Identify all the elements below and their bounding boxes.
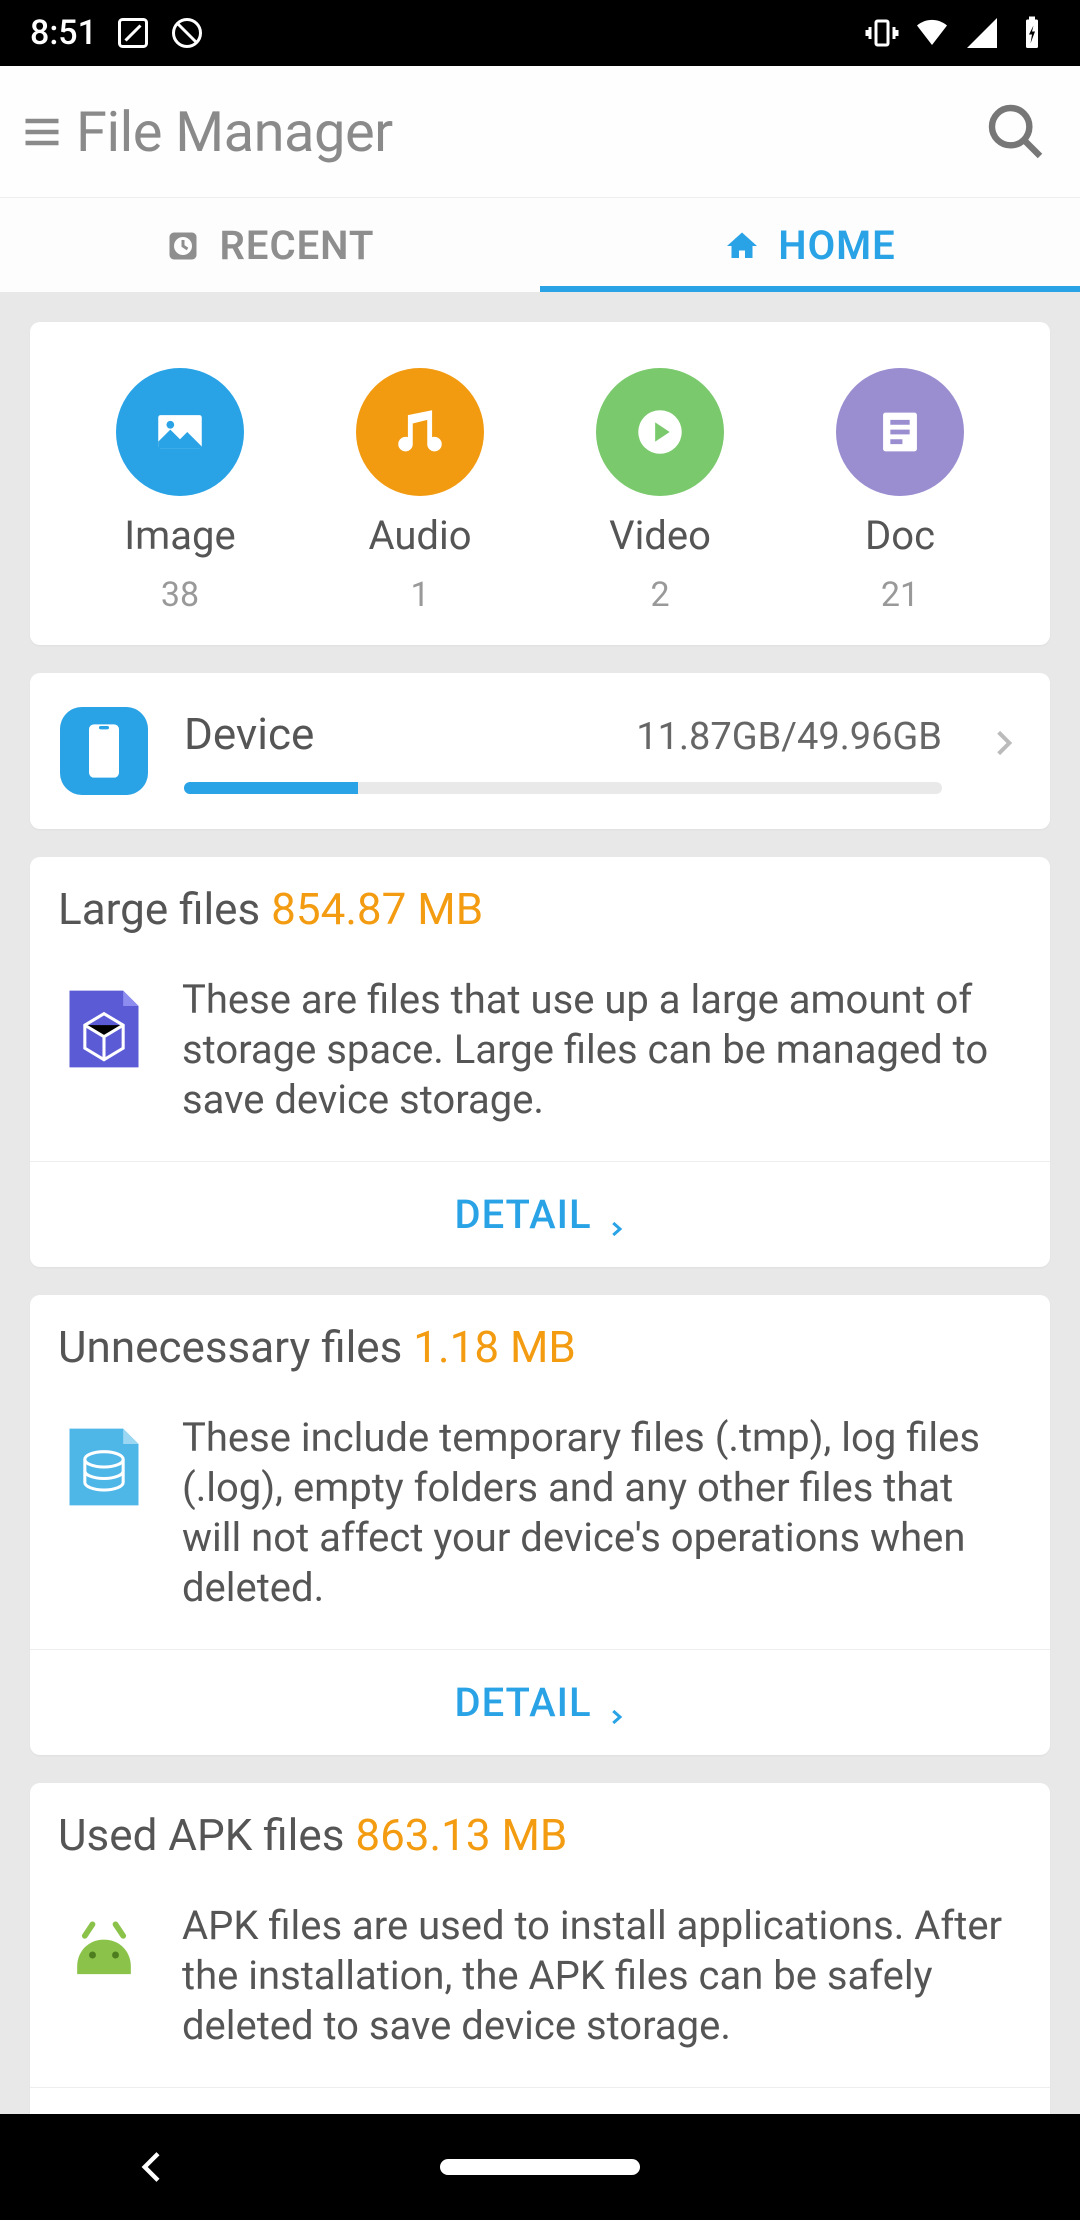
info-size: 854.87 MB	[271, 883, 483, 935]
info-size: 863.13 MB	[355, 1809, 567, 1861]
detail-button[interactable]: DETAIL	[30, 2087, 1050, 2114]
large-files-card: Large files 854.87 MB These are files th…	[30, 857, 1050, 1267]
content-area: Image 38 Audio 1 Video 2	[0, 292, 1080, 2114]
info-description: These include temporary files (.tmp), lo…	[182, 1413, 1022, 1613]
status-time: 8:51	[30, 13, 97, 53]
device-icon	[60, 707, 148, 795]
unnecessary-files-card: Unnecessary files 1.18 MB These include …	[30, 1295, 1050, 1755]
clock-icon	[165, 227, 201, 263]
category-audio[interactable]: Audio 1	[300, 368, 540, 615]
detail-button[interactable]: DETAIL	[30, 1161, 1050, 1267]
audio-icon	[356, 368, 484, 496]
nav-bar	[0, 2114, 1080, 2220]
database-file-icon	[58, 1421, 150, 1513]
app-header: File Manager	[0, 66, 1080, 198]
battery-charging-icon	[1014, 15, 1050, 51]
tab-home[interactable]: HOME	[540, 198, 1080, 292]
used-apk-files-card: Used APK files 863.13 MB APK files are u…	[30, 1783, 1050, 2114]
category-video[interactable]: Video 2	[540, 368, 780, 615]
category-label: Video	[609, 512, 711, 559]
android-icon	[58, 1909, 150, 2001]
storage-card[interactable]: Device 11.87GB/49.96GB	[30, 673, 1050, 829]
category-count: 2	[650, 575, 669, 615]
category-label: Doc	[865, 512, 935, 559]
wifi-icon	[914, 15, 950, 51]
doc-icon	[836, 368, 964, 496]
category-image[interactable]: Image 38	[60, 368, 300, 615]
video-icon	[596, 368, 724, 496]
nav-placeholder	[907, 2147, 947, 2187]
detail-label: DETAIL	[454, 1679, 591, 1726]
info-description: These are files that use up a large amou…	[182, 975, 1022, 1125]
search-icon[interactable]	[984, 100, 1048, 164]
vibrate-icon	[864, 15, 900, 51]
detail-label: DETAIL	[454, 1191, 591, 1238]
category-doc[interactable]: Doc 21	[780, 368, 1020, 615]
info-title: Used APK files	[58, 1809, 344, 1861]
image-icon	[116, 368, 244, 496]
category-label: Audio	[368, 512, 471, 559]
hamburger-icon[interactable]	[20, 110, 64, 154]
status-bar: 8:51	[0, 0, 1080, 66]
nav-home-pill[interactable]	[440, 2159, 640, 2175]
category-count: 38	[161, 575, 199, 615]
cube-file-icon	[58, 983, 150, 1075]
cell-signal-icon	[964, 15, 1000, 51]
chevron-right-icon	[988, 727, 1020, 775]
dnd-icon	[169, 15, 205, 51]
nav-back-button[interactable]	[133, 2147, 173, 2187]
detail-button[interactable]: DETAIL	[30, 1649, 1050, 1755]
category-count: 1	[410, 575, 429, 615]
categories-card: Image 38 Audio 1 Video 2	[30, 322, 1050, 645]
storage-progress	[184, 782, 942, 794]
home-icon	[724, 227, 760, 263]
info-size: 1.18 MB	[413, 1321, 576, 1373]
info-title: Large files	[58, 883, 260, 935]
tab-bar: RECENT HOME	[0, 198, 1080, 292]
chevron-right-icon	[608, 1689, 626, 1717]
screenshot-icon	[115, 15, 151, 51]
storage-value: 11.87GB/49.96GB	[636, 715, 942, 759]
tab-label: RECENT	[219, 222, 374, 269]
chevron-right-icon	[608, 1201, 626, 1229]
tab-recent[interactable]: RECENT	[0, 198, 540, 292]
storage-label: Device	[184, 708, 314, 760]
app-title: File Manager	[76, 99, 393, 165]
category-count: 21	[881, 575, 919, 615]
tab-label: HOME	[778, 222, 895, 269]
info-title: Unnecessary files	[58, 1321, 402, 1373]
category-label: Image	[124, 512, 235, 559]
info-description: APK files are used to install applicatio…	[182, 1901, 1022, 2051]
storage-progress-fill	[184, 782, 358, 794]
